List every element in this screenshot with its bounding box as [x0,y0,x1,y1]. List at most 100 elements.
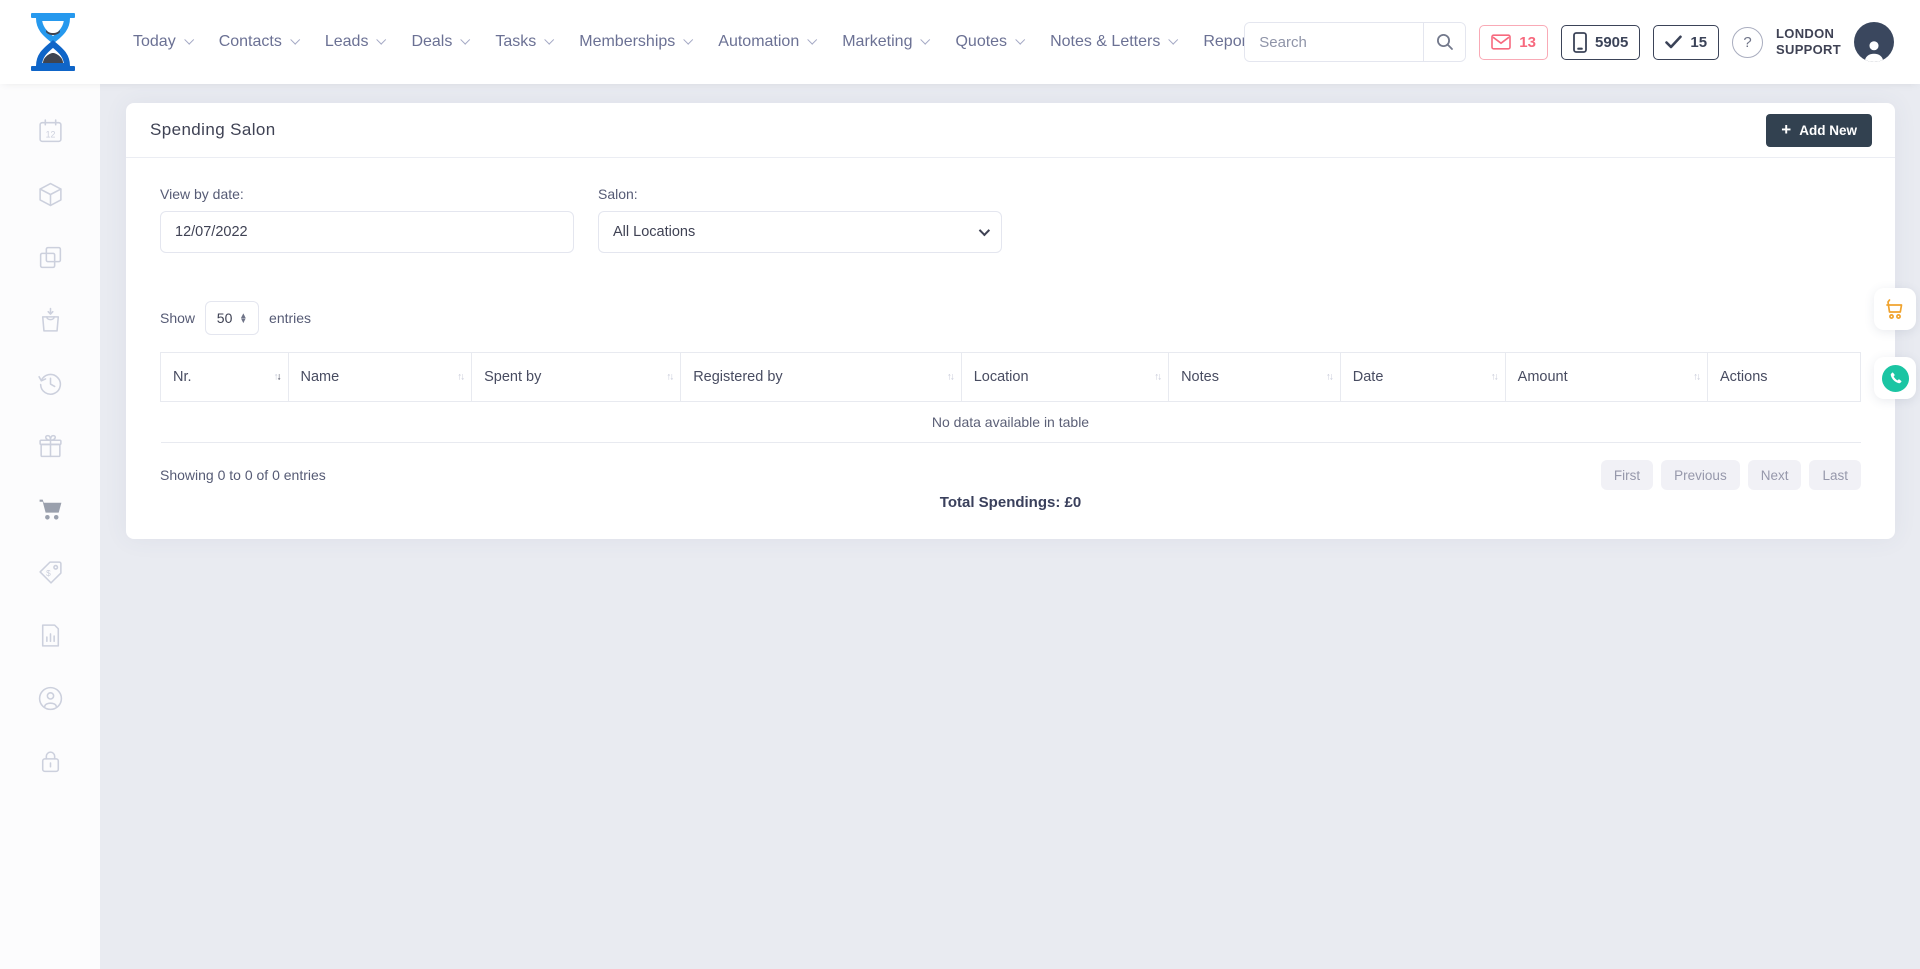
showing-entries-text: Showing 0 to 0 of 0 entries [160,467,326,483]
chevron-down-icon [290,34,300,44]
col-spent-by[interactable]: Spent by↑↓ [472,353,681,402]
svg-text:12: 12 [45,130,55,140]
checkmark-icon [1665,35,1682,49]
search-input[interactable] [1245,23,1423,61]
check-count: 15 [1690,34,1707,51]
total-spendings: Total Spendings: £0 [160,494,1861,523]
chevron-down-icon [461,34,471,44]
help-icon[interactable]: ? [1732,27,1763,58]
cart-icon [1883,297,1907,321]
chevron-down-icon [377,34,387,44]
col-nr[interactable]: Nr.↑↓ [161,353,289,402]
col-registered-by[interactable]: Registered by↑↓ [681,353,962,402]
chevron-down-icon [921,34,931,44]
chevron-down-icon [184,34,194,44]
pagination: First Previous Next Last [1601,460,1861,490]
show-label: Show [160,310,195,326]
floating-phone-button[interactable] [1874,357,1916,399]
spending-salon-panel: Spending Salon + Add New View by date: S… [126,103,1895,539]
clone-icon[interactable] [37,244,64,271]
lock-icon[interactable] [37,748,64,775]
sort-icon: ↑↓ [1693,372,1699,383]
mail-count: 13 [1519,34,1536,51]
mobile-icon [1573,32,1587,53]
empty-message: No data available in table [161,402,1861,443]
col-date[interactable]: Date↑↓ [1340,353,1505,402]
salon-filter-label: Salon: [598,186,1002,202]
bag-arrow-down-icon[interactable] [37,307,64,334]
nav-deals[interactable]: Deals [411,33,468,51]
user-icon [1861,36,1887,62]
sort-icon: ↑↓ [1326,372,1332,383]
sort-icon: ↑↓ [1154,372,1160,383]
pagination-first[interactable]: First [1601,460,1653,490]
phone-badge[interactable]: 5905 [1561,25,1640,60]
nav-automation[interactable]: Automation [718,33,815,51]
pagination-previous[interactable]: Previous [1661,460,1740,490]
chevron-down-icon [807,34,817,44]
nav-notes-letters[interactable]: Notes & Letters [1050,33,1176,51]
history-icon[interactable] [37,370,64,397]
sort-icon: ↑↓ [1491,372,1497,383]
col-notes[interactable]: Notes↑↓ [1169,353,1341,402]
empty-row: No data available in table [161,402,1861,443]
entries-select[interactable]: 50 ▲▼ [205,301,259,335]
pagination-next[interactable]: Next [1748,460,1802,490]
panel-header: Spending Salon + Add New [126,103,1895,158]
col-actions: Actions [1707,353,1860,402]
col-location[interactable]: Location↑↓ [961,353,1168,402]
filters-row: View by date: Salon: All Locations [160,186,1861,253]
support-user-icon[interactable] [37,685,64,712]
nav-memberships[interactable]: Memberships [579,33,691,51]
envelope-icon [1491,34,1511,50]
salon-select[interactable]: All Locations [598,211,1002,253]
package-icon[interactable] [37,181,64,208]
col-name[interactable]: Name↑↓ [288,353,472,402]
app-logo-hourglass-icon[interactable] [28,13,78,71]
user-name: LONDON SUPPORT [1776,26,1841,58]
salon-select-value: All Locations [613,224,695,240]
chevron-down-icon [684,34,694,44]
sort-icon: ↑↓ [666,372,672,383]
search-icon [1436,33,1454,51]
nav-leads[interactable]: Leads [325,33,385,51]
page-title: Spending Salon [150,120,276,140]
mail-badge[interactable]: 13 [1479,25,1548,60]
table-footer: Showing 0 to 0 of 0 entries First Previo… [160,460,1861,490]
date-input[interactable] [160,211,574,253]
salon-filter: Salon: All Locations [598,186,1002,253]
search-button[interactable] [1423,23,1465,61]
sort-icon: ↑↓ [274,372,280,383]
phone-icon [1888,371,1903,386]
price-tag-icon[interactable]: $ [37,559,64,586]
col-amount[interactable]: Amount↑↓ [1505,353,1707,402]
spending-table: Nr.↑↓ Name↑↓ Spent by↑↓ Registered by↑↓ … [160,352,1861,443]
calendar-icon[interactable]: 12 [37,118,64,145]
sidebar: 12 $ [0,84,100,969]
sort-icon: ↑↓ [947,372,953,383]
check-badge[interactable]: 15 [1653,25,1719,60]
date-filter: View by date: [160,186,574,253]
report-icon[interactable] [37,622,64,649]
sort-icon: ↑↓ [457,372,463,383]
nav-contacts[interactable]: Contacts [219,33,298,51]
floating-cart-button[interactable] [1874,288,1916,330]
chevron-down-icon [1015,34,1025,44]
chevron-down-icon [1169,34,1179,44]
chevron-down-icon [979,225,990,236]
panel-body: View by date: Salon: All Locations Show … [126,158,1895,539]
nav-tasks[interactable]: Tasks [495,33,552,51]
nav-marketing[interactable]: Marketing [842,33,928,51]
avatar[interactable] [1854,22,1894,62]
main-nav: Today Contacts Leads Deals Tasks Members… [133,0,1336,84]
table-header-row: Nr.↑↓ Name↑↓ Spent by↑↓ Registered by↑↓ … [161,353,1861,402]
gift-icon[interactable] [37,433,64,460]
pagination-last[interactable]: Last [1809,460,1861,490]
entries-select-value: 50 [217,310,233,326]
nav-today[interactable]: Today [133,33,192,51]
header-right-cluster: 13 5905 15 ? LONDON SUPPORT [1244,0,1894,84]
add-new-button[interactable]: + Add New [1766,114,1872,147]
chevron-down-icon [545,34,555,44]
cart-icon[interactable] [37,496,64,523]
nav-quotes[interactable]: Quotes [955,33,1023,51]
